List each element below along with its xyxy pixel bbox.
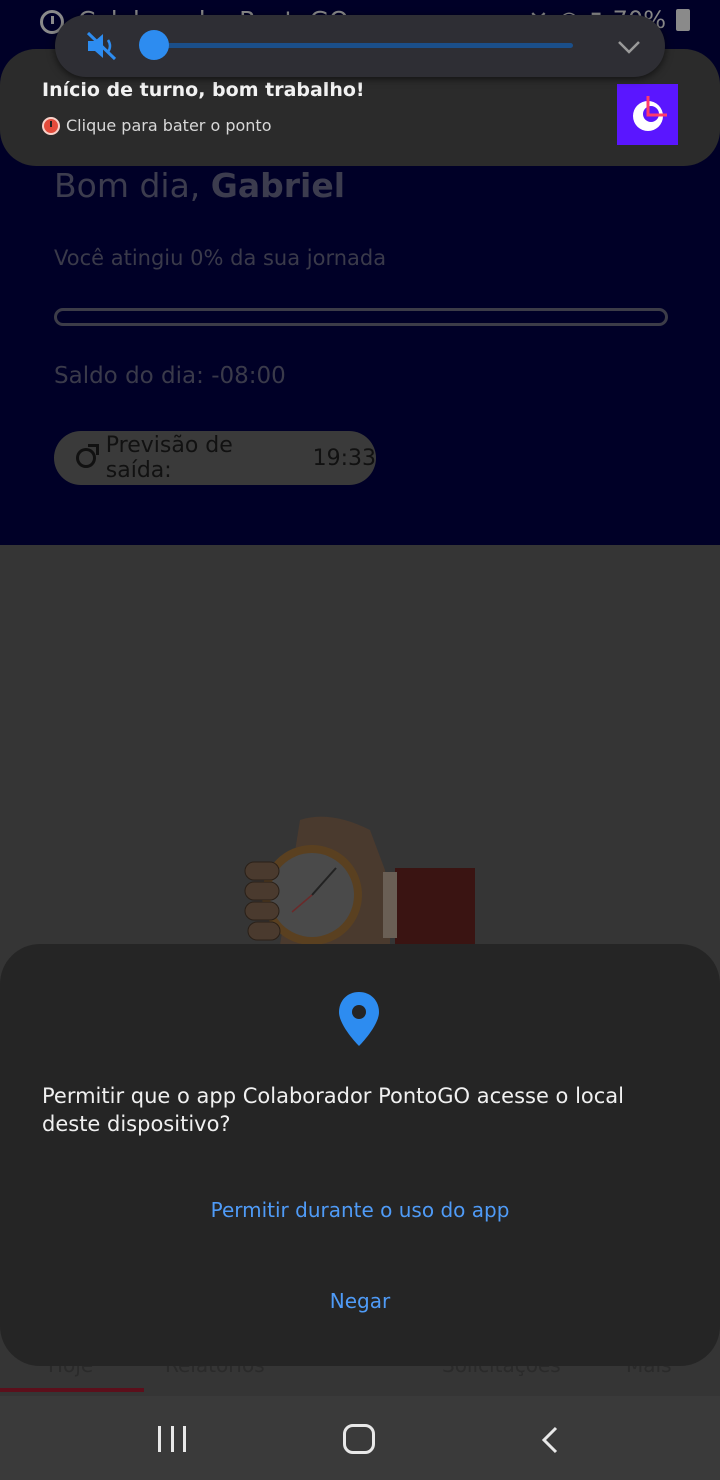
- volume-panel: [55, 15, 665, 77]
- user-name: Gabriel: [210, 166, 346, 205]
- stopwatch-hand-illustration: [244, 816, 475, 948]
- journey-progress-bar: [54, 308, 668, 326]
- previsao-badge[interactable]: Previsão de saída: 19:33: [54, 431, 376, 485]
- battery-icon: [676, 9, 690, 31]
- notification-title: Início de turno, bom trabalho!: [42, 79, 365, 101]
- notification-subtitle: Clique para bater o ponto: [66, 116, 272, 135]
- home-icon[interactable]: [343, 1424, 375, 1454]
- volume-slider-track[interactable]: [155, 43, 573, 48]
- greeting: Bom dia, Gabriel: [54, 166, 345, 205]
- dialog-message: Permitir que o app Colaborador PontoGO a…: [42, 1084, 625, 1136]
- active-tab-indicator: [0, 1388, 144, 1392]
- navigation-bar: [0, 1396, 720, 1480]
- allow-while-using-button[interactable]: Permitir durante o uso do app: [0, 1198, 720, 1222]
- screen: Colaborador PontoGO ✕ ◠ ▮ 70% Bom dia, G…: [0, 0, 720, 1480]
- alarm-clock-icon: [42, 116, 60, 135]
- location-permission-dialog: Permitir que o app Colaborador PontoGO a…: [0, 944, 720, 1366]
- deny-button[interactable]: Negar: [0, 1289, 720, 1313]
- volume-slider-thumb[interactable]: [139, 30, 169, 60]
- previsao-time: 19:33: [312, 445, 376, 471]
- notification-subtitle-row: Clique para bater o ponto: [42, 116, 271, 135]
- volume-mute-icon[interactable]: [85, 30, 119, 62]
- saldo-text: Saldo do dia: -08:00: [54, 363, 286, 389]
- location-pin-icon: [339, 992, 379, 1046]
- journey-text: Você atingiu 0% da sua jornada: [54, 246, 387, 270]
- previsao-label: Previsão de saída:: [105, 433, 233, 483]
- recents-icon[interactable]: [158, 1426, 186, 1452]
- back-icon[interactable]: [540, 1426, 560, 1454]
- greeting-prefix: Bom dia,: [54, 166, 201, 205]
- male-icon: [76, 444, 99, 468]
- chevron-down-icon[interactable]: [617, 35, 641, 59]
- pontogo-logo-icon: [617, 84, 678, 145]
